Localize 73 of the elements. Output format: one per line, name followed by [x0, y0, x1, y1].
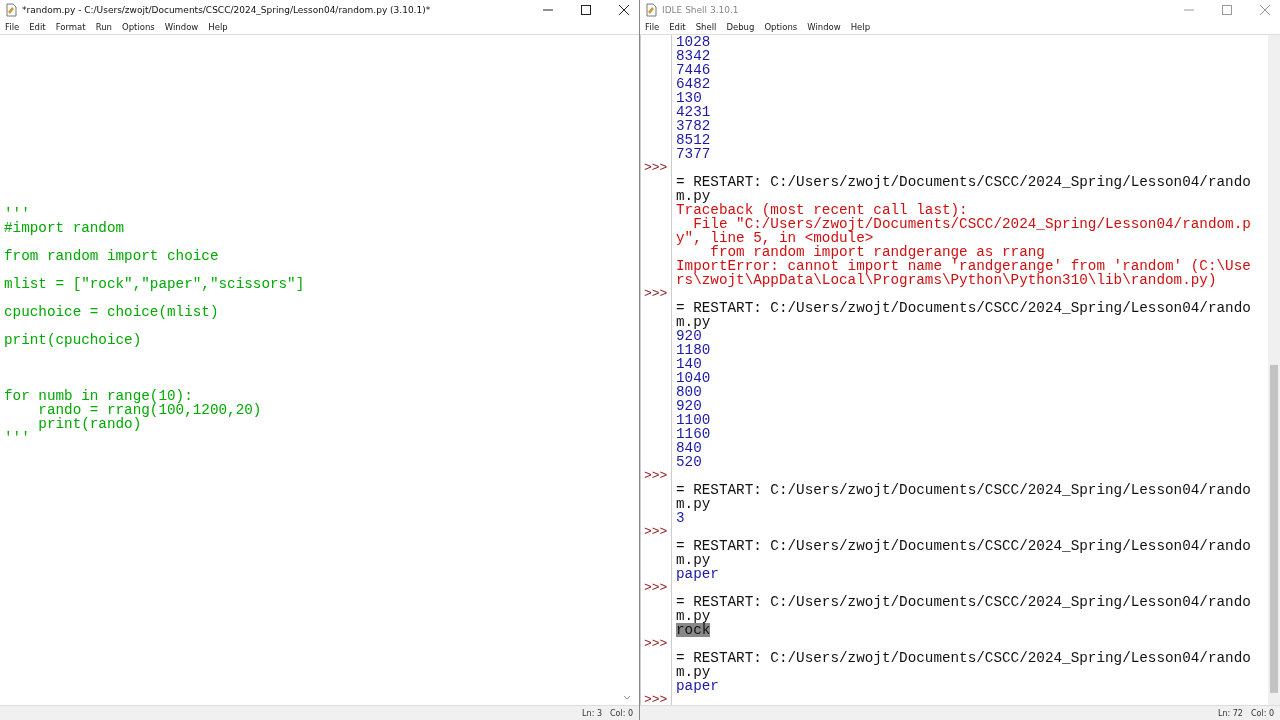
- output-text: 4231: [676, 105, 711, 119]
- close-icon[interactable]: [619, 5, 629, 15]
- menu-item[interactable]: Window: [164, 22, 199, 32]
- output-text: 3: [676, 511, 685, 525]
- menu-item[interactable]: Options: [122, 22, 155, 32]
- restart-text: m.py: [676, 665, 711, 679]
- menu-item[interactable]: Window: [807, 22, 841, 32]
- menu-item[interactable]: Format: [55, 22, 86, 32]
- shell-prompt: >>>: [644, 161, 668, 175]
- shell-prompt: >>>: [644, 581, 668, 595]
- menu-item[interactable]: Debug: [726, 22, 755, 32]
- shell-prompt: >>>: [644, 637, 668, 651]
- code-text: ''' #import random from random import choice mlist = ["rock","paper","scissors"] cpuchoice = choice(mlist) print(cpuchoice) for numb in range(10): rando = rrang(100,1200,20) print(rando) ''': [3, 205, 306, 445]
- output-text: 7446: [676, 63, 711, 77]
- menu-item[interactable]: Help: [208, 22, 228, 32]
- output-text: 1100: [676, 413, 711, 427]
- output-text: 3782: [676, 119, 711, 133]
- menu-item[interactable]: File: [5, 22, 20, 32]
- error-text: File "C:/Users/zwojt/Documents/CSCC/2024_Spring/Lesson04/random.p: [693, 217, 1251, 231]
- output-text: paper: [676, 679, 719, 693]
- output-text: rock: [676, 623, 711, 637]
- restart-text: = RESTART: C:/Users/zwojt/Documents/CSCC/2024_Spring/Lesson04/rando: [676, 483, 1251, 497]
- output-text: 140: [676, 357, 702, 371]
- output-text: 840: [676, 441, 702, 455]
- output-text: 130: [676, 91, 702, 105]
- line-number: Ln: 3: [582, 708, 602, 718]
- shell-prompt: >>>: [644, 693, 668, 705]
- restart-text: m.py: [676, 189, 711, 203]
- restart-text: = RESTART: C:/Users/zwojt/Documents/CSCC/2024_Spring/Lesson04/rando: [676, 301, 1251, 315]
- line-number: Ln: 72: [1218, 708, 1243, 718]
- maximize-icon[interactable]: [581, 5, 591, 15]
- error-text: Traceback (most recent call last):: [676, 203, 968, 217]
- menu-item[interactable]: Shell: [695, 22, 717, 32]
- output-text: 8512: [676, 133, 711, 147]
- output-text: 520: [676, 455, 702, 469]
- output-text: 8342: [676, 49, 711, 63]
- output-text: 1180: [676, 343, 711, 357]
- restart-text: = RESTART: C:/Users/zwojt/Documents/CSCC/2024_Spring/Lesson04/rando: [676, 539, 1251, 553]
- menu-item[interactable]: Edit: [669, 22, 686, 32]
- output-text: 7377: [676, 147, 711, 161]
- window-title: *random.py - C:/Users/zwojt/Documents/CSCC/2024_Spring/Lesson04/random.py (3.10.1)*: [22, 5, 431, 15]
- window-title: IDLE Shell 3.10.1: [662, 5, 739, 15]
- error-text: y", line 5, in <module>: [676, 231, 874, 245]
- restart-text: = RESTART: C:/Users/zwojt/Documents/CSCC/2024_Spring/Lesson04/rando: [676, 651, 1251, 665]
- output-text: 920: [676, 399, 702, 413]
- menu-item[interactable]: Run: [95, 22, 112, 32]
- scrollbar-thumb[interactable]: [1270, 365, 1278, 693]
- output-text: 1028: [676, 35, 711, 49]
- error-text: ImportError: cannot import name 'randgerange' from 'random' (C:\Use: [676, 259, 1251, 273]
- shell-prompt: >>>: [644, 287, 668, 301]
- restart-text: m.py: [676, 609, 711, 623]
- restart-text: m.py: [676, 497, 711, 511]
- restart-text: m.py: [676, 553, 711, 567]
- menu-item[interactable]: Help: [850, 22, 871, 32]
- column-number: Col: 0: [609, 708, 633, 718]
- restart-text: = RESTART: C:/Users/zwojt/Documents/CSCC/2024_Spring/Lesson04/rando: [676, 595, 1251, 609]
- restart-text: = RESTART: C:/Users/zwojt/Documents/CSCC/2024_Spring/Lesson04/rando: [676, 175, 1251, 189]
- output-text: 800: [676, 385, 702, 399]
- error-text: from random import randgerange as rrang: [709, 245, 1045, 259]
- shell-prompt: >>>: [644, 469, 668, 483]
- output-text: paper: [676, 567, 719, 581]
- column-number: Col: 0: [1250, 708, 1274, 718]
- error-text: rs\zwojt\AppData\Local\Programs\Python\Python310\lib\random.py): [676, 273, 1217, 287]
- shell-prompt: >>>: [644, 525, 668, 539]
- menu-item[interactable]: Edit: [29, 22, 46, 32]
- scrollbar[interactable]: [1268, 35, 1280, 705]
- output-text: 1040: [676, 371, 711, 385]
- output-text: 6482: [676, 77, 711, 91]
- output-text: 920: [676, 329, 702, 343]
- menu-item[interactable]: File: [645, 22, 660, 32]
- restart-text: m.py: [676, 315, 711, 329]
- menu-item[interactable]: Options: [764, 22, 798, 32]
- output-text: 1160: [676, 427, 711, 441]
